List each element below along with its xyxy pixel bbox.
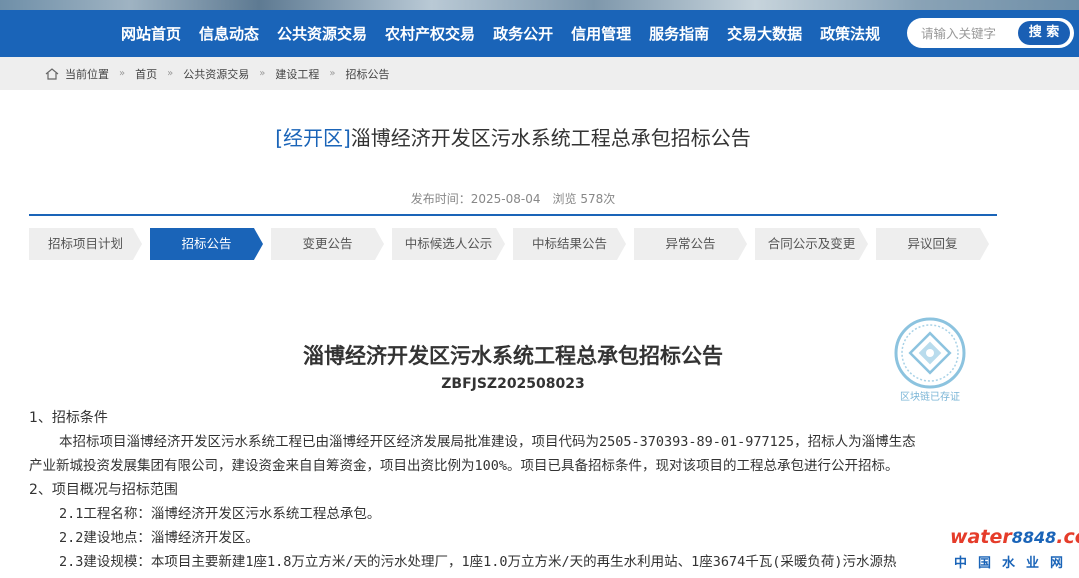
breadcrumb-separator: » xyxy=(167,68,174,79)
list-item: 2.3建设规模：本项目主要新建1座1.8万立方米/天的污水处理厂，1座1.0万立… xyxy=(59,554,897,570)
breadcrumb-separator: » xyxy=(329,68,336,79)
tab-award-result[interactable]: 中标结果公告 xyxy=(513,228,626,260)
search-input[interactable] xyxy=(921,24,1017,42)
nav-rural-property[interactable]: 农村产权交易 xyxy=(376,23,484,44)
main-nav: 网站首页 信息动态 公共资源交易 农村产权交易 政务公开 信用管理 服务指南 交… xyxy=(112,10,889,57)
section-heading: 1、招标条件 xyxy=(29,410,108,426)
breadcrumb: 当前位置 » 首页 » 公共资源交易 » 建设工程 » 招标公告 xyxy=(45,57,390,90)
document-title: 淄博经济开发区污水系统工程总承包招标公告 xyxy=(303,344,723,368)
breadcrumb-construction[interactable]: 建设工程 xyxy=(275,66,319,82)
breadcrumb-home[interactable]: 首页 xyxy=(135,66,157,82)
nav-big-data[interactable]: 交易大数据 xyxy=(718,23,811,44)
document-code: ZBFJSZ202508023 xyxy=(441,376,585,392)
article-meta: 发布时间：2025-08-04 浏览 578次 xyxy=(0,190,1026,207)
section-heading: 2、项目概况与招标范围 xyxy=(29,482,178,498)
document-body: 1、招标条件 本招标项目淄博经济开发区污水系统工程已由淄博经开区经济发展局批准建… xyxy=(29,406,997,574)
nav-home[interactable]: 网站首页 xyxy=(112,23,190,44)
search-button[interactable]: 搜 索 xyxy=(1018,21,1070,45)
page-title-text: 淄博经济开发区污水系统工程总承包招标公告 xyxy=(350,126,751,150)
nav-government-affairs[interactable]: 政务公开 xyxy=(484,23,562,44)
tab-candidate-publicity[interactable]: 中标候选人公示 xyxy=(392,228,505,260)
tab-exception-notice[interactable]: 异常公告 xyxy=(634,228,747,260)
seal-caption: 区块链已存证 xyxy=(900,392,960,403)
paragraph-line: 产业新城投资发展集团有限公司，建设资金来自自筹资金，项目出资比例为100%。项目… xyxy=(29,458,899,474)
page-title: [经开区]淄博经济开发区污水系统工程总承包招标公告 xyxy=(0,122,1026,151)
breadcrumb-label: 当前位置 xyxy=(65,67,109,81)
home-icon xyxy=(45,67,59,80)
nav-policy[interactable]: 政策法规 xyxy=(811,23,889,44)
title-divider xyxy=(29,214,997,216)
tab-tender-notice[interactable]: 招标公告 xyxy=(150,228,263,260)
breadcrumb-bar: 当前位置 » 首页 » 公共资源交易 » 建设工程 » 招标公告 xyxy=(0,57,1079,90)
watermark-logo: water8848.com xyxy=(950,526,1079,548)
breadcrumb-separator: » xyxy=(259,68,266,79)
nav-credit[interactable]: 信用管理 xyxy=(562,23,640,44)
breadcrumb-current[interactable]: 招标公告 xyxy=(346,66,390,82)
search-box: 搜 索 xyxy=(907,18,1074,48)
list-item: 2.1工程名称：淄博经济开发区污水系统工程总承包。 xyxy=(59,506,381,522)
blockchain-seal-icon xyxy=(894,317,966,389)
nav-service-guide[interactable]: 服务指南 xyxy=(640,23,718,44)
view-count: 浏览 578次 xyxy=(552,192,616,206)
breadcrumb-separator: » xyxy=(119,68,126,79)
tab-project-plan[interactable]: 招标项目计划 xyxy=(29,228,142,260)
tab-change-notice[interactable]: 变更公告 xyxy=(271,228,384,260)
nav-public-resource[interactable]: 公共资源交易 xyxy=(268,23,376,44)
region-tag: [经开区] xyxy=(275,126,351,150)
breadcrumb-public-resource[interactable]: 公共资源交易 xyxy=(183,66,249,82)
publish-time: 发布时间：2025-08-04 xyxy=(410,192,541,206)
tab-objection-reply[interactable]: 异议回复 xyxy=(876,228,989,260)
list-item: 2.2建设地点：淄博经济开发区。 xyxy=(59,530,259,546)
site-header: 网站首页 信息动态 公共资源交易 农村产权交易 政务公开 信用管理 服务指南 交… xyxy=(0,0,1079,57)
nav-news[interactable]: 信息动态 xyxy=(190,23,268,44)
site-watermark: water8848.com 中国水业网 xyxy=(950,526,1079,576)
watermark-cn: 中国水业网 xyxy=(954,556,1075,571)
tab-contract-publicity[interactable]: 合同公示及变更 xyxy=(755,228,868,260)
banner-image xyxy=(0,0,1079,10)
paragraph-line: 本招标项目淄博经济开发区污水系统工程已由淄博经开区经济发展局批准建设，项目代码为… xyxy=(59,434,916,450)
notice-tabs: 招标项目计划 招标公告 变更公告 中标候选人公示 中标结果公告 异常公告 合同公… xyxy=(29,228,997,260)
